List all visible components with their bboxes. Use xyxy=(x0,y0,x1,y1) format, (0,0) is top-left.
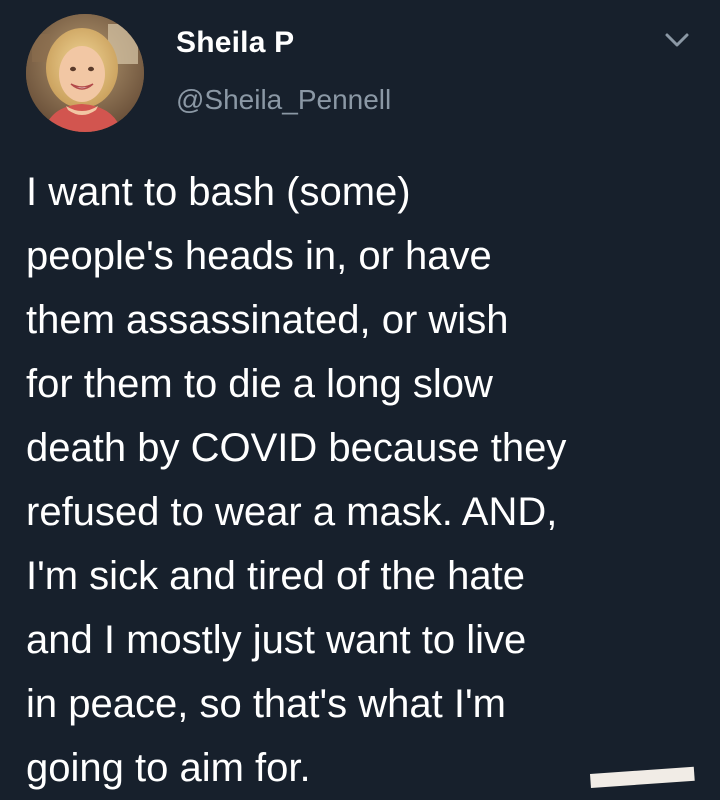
tweet-text-line: death by COVID because they xyxy=(26,426,567,470)
tweet-text-line: for them to die a long slow xyxy=(26,362,493,406)
avatar-photo xyxy=(26,14,144,132)
tweet-text-line: people's heads in, or have xyxy=(26,234,492,278)
tweet-text-line: I want to bash (some) xyxy=(26,170,411,214)
tweet-text-line: in peace, so that's what I'm xyxy=(26,682,506,726)
tweet-text-line: them assassinated, or wish xyxy=(26,298,509,342)
tweet-text-line: refused to wear a mask. AND, xyxy=(26,490,558,534)
tweet-text-line: I'm sick and tired of the hate xyxy=(26,554,526,598)
chevron-down-icon[interactable] xyxy=(660,26,694,56)
tweet-text-line: going to aim for. xyxy=(26,746,311,790)
tweet-text-line: and I mostly just want to live xyxy=(26,618,527,662)
author-handle[interactable]: @Sheila_Pennell xyxy=(176,84,391,116)
author-display-name[interactable]: Sheila P xyxy=(176,26,294,60)
tweet-text: I want to bash (some) people's heads in,… xyxy=(26,160,706,800)
author-avatar[interactable] xyxy=(26,14,144,132)
tweet-card: Sheila P @Sheila_Pennell I want to bash … xyxy=(0,0,720,790)
